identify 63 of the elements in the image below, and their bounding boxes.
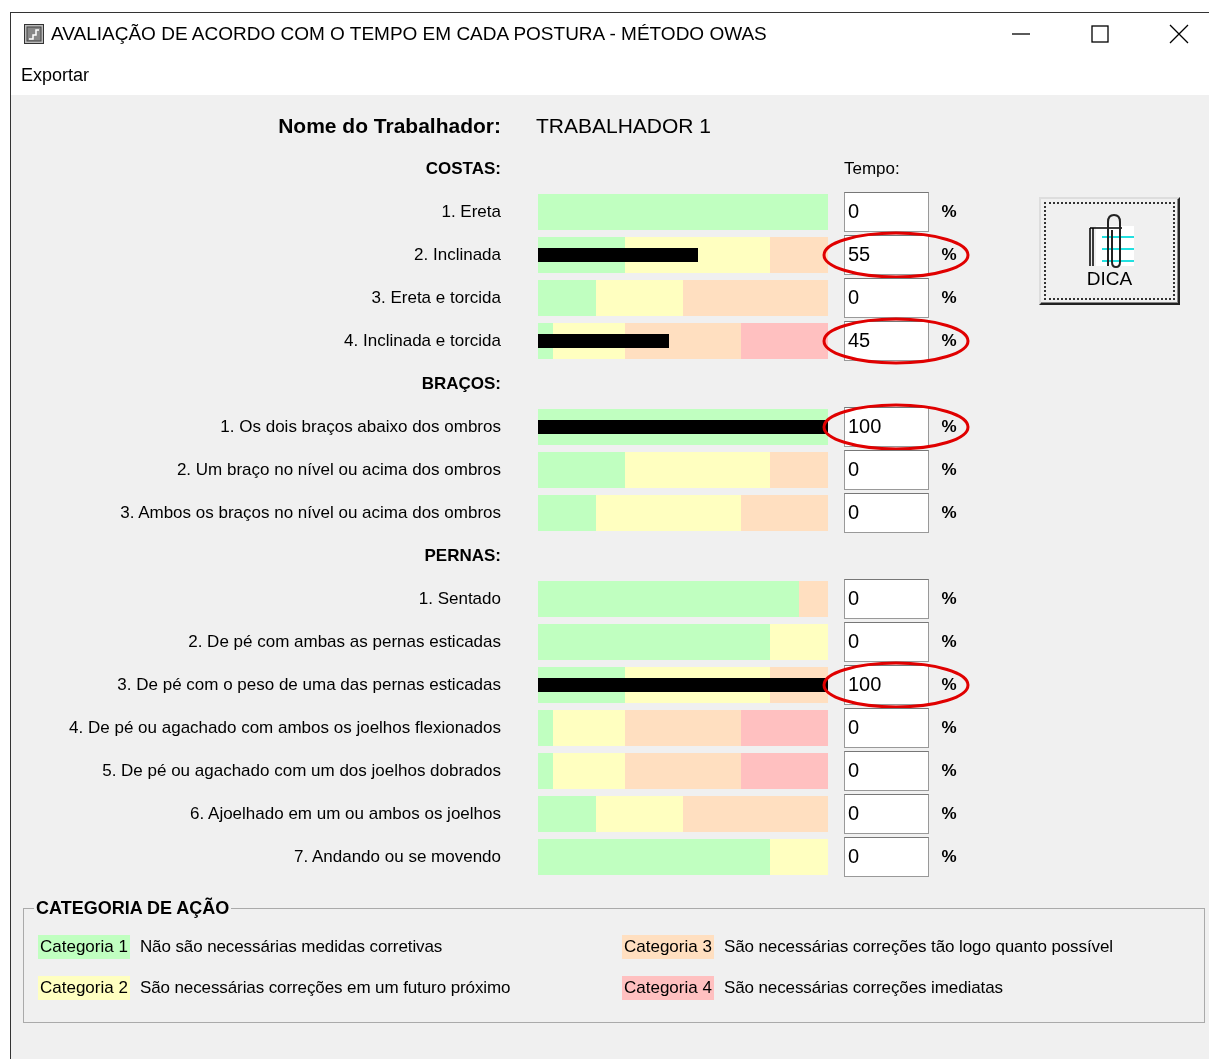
posture-label: 4. De pé ou agachado com ambos os joelhos flexionados [69, 717, 501, 738]
posture-label: 2. De pé com ambas as pernas esticadas [188, 631, 501, 652]
posture-label: 7. Andando ou se movendo [294, 846, 501, 867]
category-description: São necessárias correções imediatas [723, 978, 1003, 998]
menu-item[interactable]: Exportar [21, 64, 90, 86]
legend-title: CATEGORIA DE AÇÃO [35, 898, 231, 919]
percent-unit: % [941, 201, 957, 222]
time-field[interactable]: 0 [844, 578, 929, 619]
percent-unit: % [941, 674, 957, 695]
section-heading: BRAÇOS: [421, 373, 501, 394]
percent-unit: % [941, 502, 957, 523]
posture-label: 3. Ereta e torcida [371, 287, 501, 308]
percent-unit: % [941, 760, 957, 781]
time-field[interactable]: 0 [844, 277, 929, 318]
time-field[interactable]: 0 [844, 449, 929, 490]
section-heading: COSTAS: [425, 158, 501, 179]
percent-unit: % [941, 244, 957, 265]
posture-label: 1. Ereta [441, 201, 501, 222]
category-description: São necessárias correções em um futuro próximo [139, 978, 511, 998]
percent-unit: % [941, 459, 957, 480]
percent-unit: % [941, 588, 957, 609]
time-field[interactable]: 0 [844, 707, 929, 748]
percent-unit: % [941, 717, 957, 738]
category-description: Não são necessárias medidas corretivas [139, 937, 443, 957]
time-field[interactable]: 0 [844, 191, 929, 232]
posture-label: 3. Ambos os braços no nível ou acima dos ombros [120, 502, 501, 523]
time-field[interactable]: 55 [844, 234, 929, 275]
posture-label: 3. De pé com o peso de uma das pernas esticadas [117, 674, 501, 695]
percent-unit: % [941, 330, 957, 351]
percent-unit: % [941, 846, 957, 867]
time-field[interactable]: 0 [844, 621, 929, 662]
time-field[interactable]: 0 [844, 793, 929, 834]
category-badge: Categoria 2 [38, 976, 130, 1000]
posture-label: 4. Inclinada e torcida [344, 330, 501, 351]
time-field[interactable]: 0 [844, 492, 929, 533]
posture-label: 6. Ajoelhado em um ou ambos os joelhos [190, 803, 501, 824]
time-field[interactable]: 45 [844, 320, 929, 361]
posture-label: 2. Inclinada [414, 244, 501, 265]
time-field[interactable]: 0 [844, 836, 929, 877]
percent-unit: % [941, 803, 957, 824]
percent-unit: % [941, 416, 957, 437]
posture-label: 2. Um braço no nível ou acima dos ombros [176, 459, 501, 480]
close-icon[interactable] [1169, 24, 1189, 44]
time-field[interactable]: 100 [844, 406, 929, 447]
worker-name: TRABALHADOR 1 [536, 113, 713, 138]
posture-label: 5. De pé ou agachado com um dos joelhos dobrados [102, 760, 501, 781]
column-header: Tempo: [844, 158, 901, 179]
tip-button[interactable]: DICA [1039, 197, 1180, 305]
category-badge: Categoria 1 [38, 935, 130, 959]
posture-label: 1. Os dois braços abaixo dos ombros [220, 416, 501, 437]
category-badge: Categoria 3 [622, 935, 714, 959]
category-badge: Categoria 4 [622, 976, 714, 1000]
posture-label: 1. Sentado [418, 588, 501, 609]
percent-unit: % [941, 287, 957, 308]
window-title: AVALIAÇÃO DE ACORDO COM O TEMPO EM CADA POSTURA - MÉTODO OWAS [51, 23, 767, 45]
time-field[interactable]: 100 [844, 664, 929, 705]
time-field[interactable]: 0 [844, 750, 929, 791]
section-heading: PERNAS: [424, 545, 501, 566]
app-icon [24, 24, 44, 44]
category-description: São necessárias correções tão logo quanto possível [723, 937, 1113, 957]
percent-unit: % [941, 631, 957, 652]
worker-label: Nome do Trabalhador: [278, 113, 501, 138]
maximize-icon[interactable] [1091, 25, 1109, 43]
